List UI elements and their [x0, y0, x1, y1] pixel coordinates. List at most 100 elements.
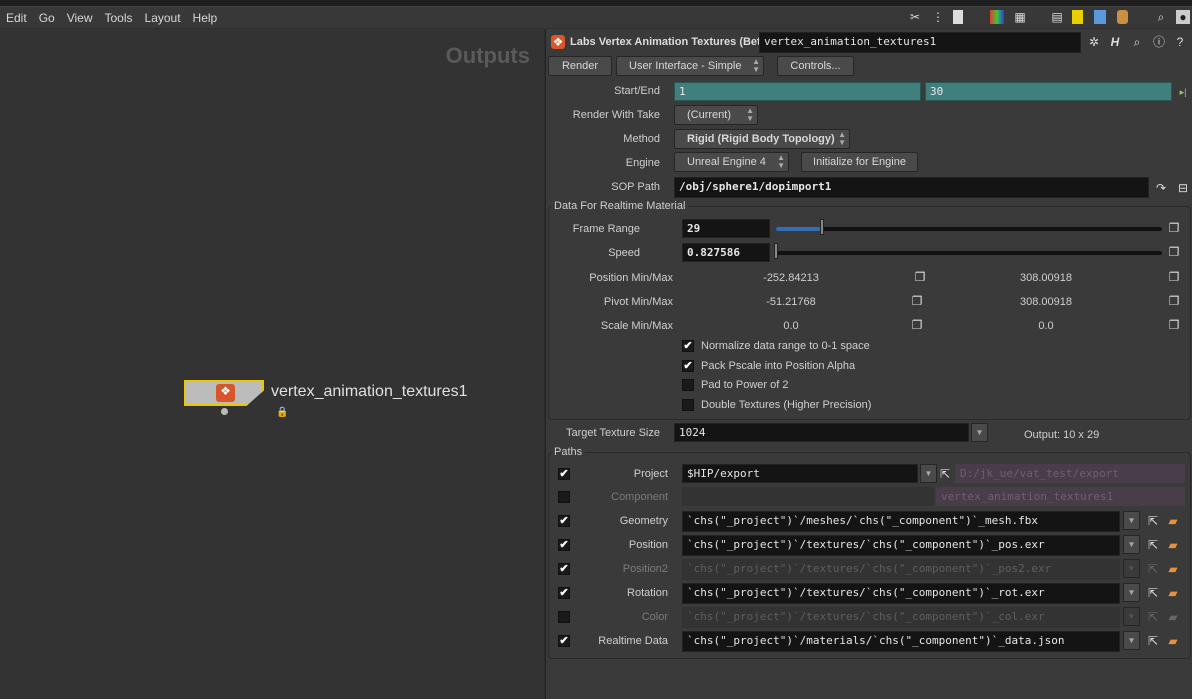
path-label: Color [641, 611, 668, 623]
menu-layout[interactable]: Layout [139, 11, 187, 25]
frame-range-slider[interactable] [776, 227, 1162, 231]
option-checkbox[interactable] [682, 398, 694, 411]
ui-mode-select[interactable]: User Interface - Simple ▲ ▼ [616, 56, 764, 76]
render-button[interactable]: Render [548, 56, 612, 76]
menu-help[interactable]: Help [187, 11, 224, 25]
path-input[interactable]: `chs("_project")`/textures/`chs("_compon… [682, 559, 1120, 580]
copy-icon[interactable]: ❐ [910, 318, 924, 332]
info-icon[interactable]: ⓘ [1152, 35, 1166, 49]
path-input[interactable]: `chs("_project")`/textures/`chs("_compon… [682, 583, 1120, 604]
path-input[interactable]: `chs("_project")`/textures/`chs("_compon… [682, 535, 1120, 556]
folder-open-icon[interactable]: ▰ [1166, 514, 1180, 528]
path-dropdown[interactable]: ▼ [1123, 511, 1140, 530]
option-checkbox[interactable]: ✔ [682, 340, 694, 352]
node-type-icon[interactable]: ❖ [551, 35, 565, 49]
folder-open-icon[interactable]: ▰ [1166, 610, 1180, 624]
menu-go[interactable]: Go [33, 11, 61, 25]
end-frame-input[interactable]: 30 [925, 82, 1172, 101]
file-chooser-icon[interactable]: ⇱ [938, 467, 952, 481]
folder-open-icon[interactable]: ▰ [1166, 562, 1180, 576]
search-icon[interactable]: ⌕ [1130, 35, 1144, 49]
frame-range-slider-handle[interactable] [820, 219, 825, 235]
component-label: Component [611, 491, 668, 503]
path-dropdown[interactable]: ▼ [1123, 535, 1140, 554]
node-name-input[interactable]: vertex_animation_textures1 [759, 32, 1081, 53]
image-icon[interactable] [1094, 10, 1106, 24]
lock-icon[interactable]: 🔒 [276, 407, 288, 418]
list-icon[interactable] [953, 10, 963, 24]
copy-icon[interactable]: ❐ [1167, 221, 1181, 235]
render-take-select[interactable]: (Current) ▲ ▼ [674, 105, 758, 125]
project-resolved-path: D:/jk_ue/vat_test/export [955, 464, 1185, 483]
realtime-group-title: Data For Realtime Material [551, 200, 689, 212]
folder-open-icon[interactable]: ▰ [1166, 538, 1180, 552]
sticky-note-icon[interactable] [1072, 10, 1083, 24]
jump-icon[interactable]: ↷ [1154, 181, 1168, 195]
texture-size-dropdown[interactable]: ▼ [971, 423, 988, 442]
engine-select[interactable]: Unreal Engine 4 ▲ ▼ [674, 152, 789, 172]
menu-edit[interactable]: Edit [0, 11, 33, 25]
camera-icon[interactable]: ● [1176, 10, 1190, 24]
option-label: Double Textures (Higher Precision) [701, 398, 872, 411]
network-editor[interactable]: Outputs [0, 29, 544, 699]
start-frame-input[interactable]: 1 [674, 82, 921, 101]
speed-input[interactable]: 0.827586 [682, 243, 770, 262]
texture-size-input[interactable]: 1024 [674, 423, 969, 442]
option-checkbox[interactable] [682, 379, 694, 391]
path-dropdown[interactable]: ▼ [1123, 583, 1140, 602]
tools-icon[interactable]: ✂ [908, 10, 922, 24]
frame-range-input[interactable]: 29 [682, 219, 770, 238]
path-label: Rotation [627, 587, 668, 599]
path-label: Position2 [622, 563, 668, 575]
option-checkbox[interactable]: ✔ [682, 359, 694, 372]
path-dropdown[interactable]: ▼ [1123, 607, 1140, 626]
copy-icon[interactable]: ❐ [910, 294, 924, 308]
copy-icon[interactable]: ❐ [1167, 245, 1181, 259]
controls-button[interactable]: Controls... [777, 56, 854, 76]
component-resolved-name: vertex_animation_textures1 [936, 487, 1185, 506]
component-input[interactable] [682, 487, 934, 506]
file-chooser-icon[interactable]: ⇱ [1146, 586, 1160, 600]
package-icon[interactable] [1117, 10, 1128, 24]
node-label[interactable]: vertex_animation_textures1 [271, 383, 468, 401]
copy-icon[interactable]: ❐ [1167, 318, 1181, 332]
path-input[interactable]: `chs("_project")`/materials/`chs("_compo… [682, 631, 1120, 652]
menu-view[interactable]: View [61, 11, 99, 25]
network-box-icon[interactable]: ▤ [1050, 10, 1064, 24]
path-dropdown[interactable]: ▼ [1123, 559, 1140, 578]
path-input[interactable]: `chs("_project")`/meshes/`chs("_componen… [682, 511, 1120, 532]
color-grid-icon[interactable] [990, 10, 1004, 24]
option-label: Pack Pscale into Position Alpha [701, 359, 856, 372]
node-chooser-icon[interactable]: ⊟ [1176, 181, 1190, 195]
tree-icon[interactable]: ⋮ [931, 10, 945, 24]
node-output-connector[interactable] [221, 408, 228, 415]
project-dropdown[interactable]: ▼ [920, 464, 937, 483]
project-input[interactable]: $HIP/export [682, 464, 918, 483]
method-select[interactable]: Rigid (Rigid Body Topology) ▲ ▼ [674, 129, 850, 149]
file-chooser-icon[interactable]: ⇱ [1146, 538, 1160, 552]
menu-tools[interactable]: Tools [99, 11, 139, 25]
ui-mode-value: User Interface - Simple [629, 60, 742, 72]
folder-open-icon[interactable]: ▰ [1166, 634, 1180, 648]
copy-icon[interactable]: ❐ [1167, 270, 1181, 284]
folder-open-icon[interactable]: ▰ [1166, 586, 1180, 600]
copy-icon[interactable]: ❐ [913, 270, 927, 284]
path-dropdown[interactable]: ▼ [1123, 631, 1140, 650]
speed-slider[interactable] [776, 251, 1162, 255]
search-icon[interactable]: ⌕ [1154, 10, 1168, 24]
keyframe-icon[interactable]: ▸| [1176, 85, 1190, 99]
file-chooser-icon[interactable]: ⇱ [1146, 634, 1160, 648]
path-input[interactable]: `chs("_project")`/textures/`chs("_compon… [682, 607, 1120, 628]
copy-icon[interactable]: ❐ [1167, 294, 1181, 308]
help-icon[interactable]: ? [1173, 35, 1187, 49]
file-chooser-icon[interactable]: ⇱ [1146, 514, 1160, 528]
position-min-value: -252.84213 [763, 272, 819, 284]
speed-slider-handle[interactable] [774, 243, 778, 259]
help-h-icon[interactable]: H [1108, 35, 1122, 49]
sop-path-input[interactable]: /obj/sphere1/dopimport1 [674, 177, 1149, 198]
file-chooser-icon[interactable]: ⇱ [1146, 610, 1160, 624]
gear-icon[interactable]: ✲ [1087, 35, 1101, 49]
initialize-engine-button[interactable]: Initialize for Engine [801, 152, 918, 172]
grid-icon[interactable]: ▦ [1013, 10, 1027, 24]
file-chooser-icon[interactable]: ⇱ [1146, 562, 1160, 576]
